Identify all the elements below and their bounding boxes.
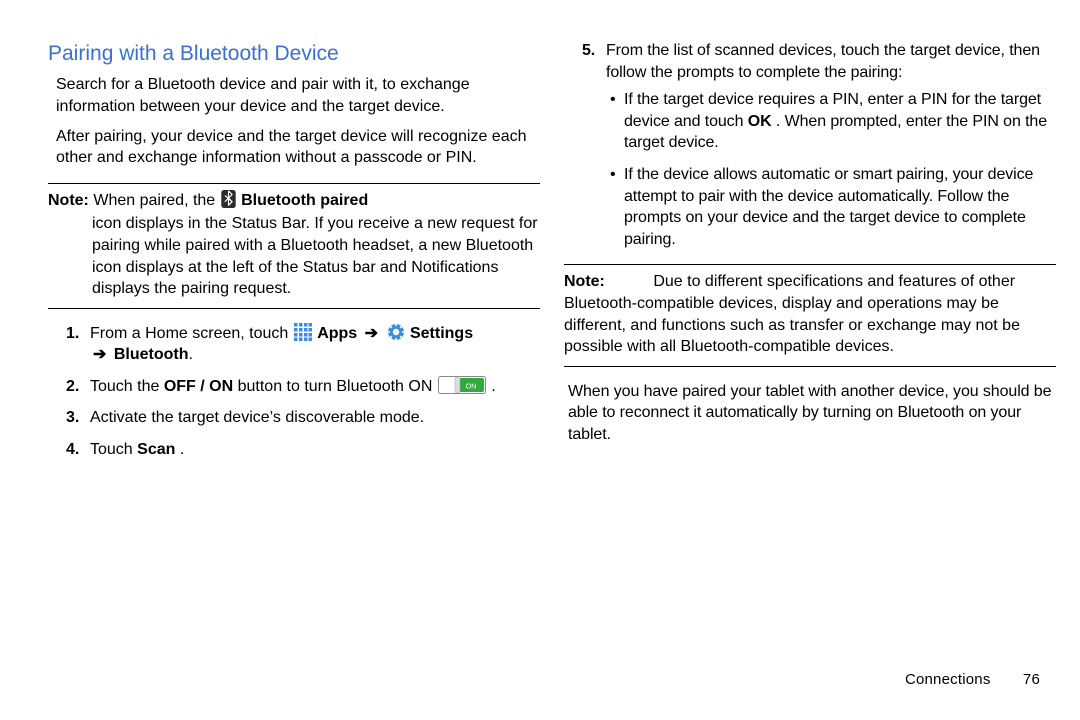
step5-bullets: If the target device requires a PIN, ent… (610, 89, 1056, 250)
scan-label: Scan (137, 441, 175, 458)
step5-intro: From the list of scanned devices, touch … (606, 42, 1040, 81)
settings-label: Settings (410, 325, 473, 342)
step2-a: Touch the (90, 378, 164, 395)
page-footer: Connections 76 (905, 670, 1040, 690)
step-number: 3. (66, 407, 79, 429)
closing-paragraph: When you have paired your tablet with an… (568, 381, 1056, 446)
footer-section: Connections (905, 671, 991, 688)
bluetooth-icon (221, 190, 236, 208)
step-number: 1. (66, 323, 79, 345)
step2-c: . (491, 378, 495, 395)
note-label: Note: (48, 192, 89, 209)
two-column-layout: Pairing with a Bluetooth Device Search f… (48, 40, 1056, 471)
steps-list-continued: 5. From the list of scanned devices, tou… (582, 40, 1056, 250)
step-3: 3. Activate the target device’s discover… (66, 407, 540, 429)
section-heading: Pairing with a Bluetooth Device (48, 40, 540, 68)
note-label: Note: (564, 273, 605, 290)
step2-bold: OFF / ON (164, 378, 233, 395)
note-block-1: Note: When paired, the Bluetooth paired … (48, 183, 540, 309)
bluetooth-label: Bluetooth (114, 346, 189, 363)
toggle-on-icon: ON (438, 376, 486, 394)
svg-text:ON: ON (466, 383, 477, 390)
arrow-icon: ➔ (362, 325, 381, 342)
step2-b: button to turn Bluetooth ON (238, 378, 437, 395)
arrow-icon: ➔ (90, 346, 109, 363)
step-number: 5. (582, 40, 595, 62)
bullet-1: If the target device requires a PIN, ent… (610, 89, 1056, 154)
note-bold-term: Bluetooth paired (241, 192, 368, 209)
step-4: 4. Touch Scan . (66, 439, 540, 461)
step4-c: . (180, 441, 184, 458)
intro-paragraph-2: After pairing, your device and the targe… (56, 126, 540, 169)
apps-grid-icon (294, 323, 312, 341)
note-body-2: Due to different specifications and feat… (564, 273, 1020, 355)
note-block-2: Note: Due to different specifications an… (564, 264, 1056, 366)
step3-text: Activate the target device’s discoverabl… (90, 409, 424, 426)
step-number: 4. (66, 439, 79, 461)
step4-a: Touch (90, 441, 137, 458)
step-2: 2. Touch the OFF / ON button to turn Blu… (66, 376, 540, 398)
bullet-2: If the device allows automatic or smart … (610, 164, 1056, 250)
settings-gear-icon (387, 323, 405, 341)
steps-list: 1. From a Home screen, touch Apps (66, 323, 540, 461)
note-text-before-icon: When paired, the (93, 192, 215, 209)
step-5: 5. From the list of scanned devices, tou… (582, 40, 1056, 250)
step1-text-a: From a Home screen, touch (90, 325, 293, 342)
manual-page: Pairing with a Bluetooth Device Search f… (0, 0, 1080, 720)
ok-label: OK (748, 113, 772, 130)
right-column: 5. From the list of scanned devices, tou… (564, 40, 1056, 471)
apps-label: Apps (317, 325, 357, 342)
step-number: 2. (66, 376, 79, 398)
left-column: Pairing with a Bluetooth Device Search f… (48, 40, 540, 471)
note-body-1: icon displays in the Status Bar. If you … (92, 213, 540, 299)
step-1: 1. From a Home screen, touch Apps (66, 323, 540, 366)
footer-page-number: 76 (1023, 671, 1040, 688)
intro-paragraph-1: Search for a Bluetooth device and pair w… (56, 74, 540, 117)
